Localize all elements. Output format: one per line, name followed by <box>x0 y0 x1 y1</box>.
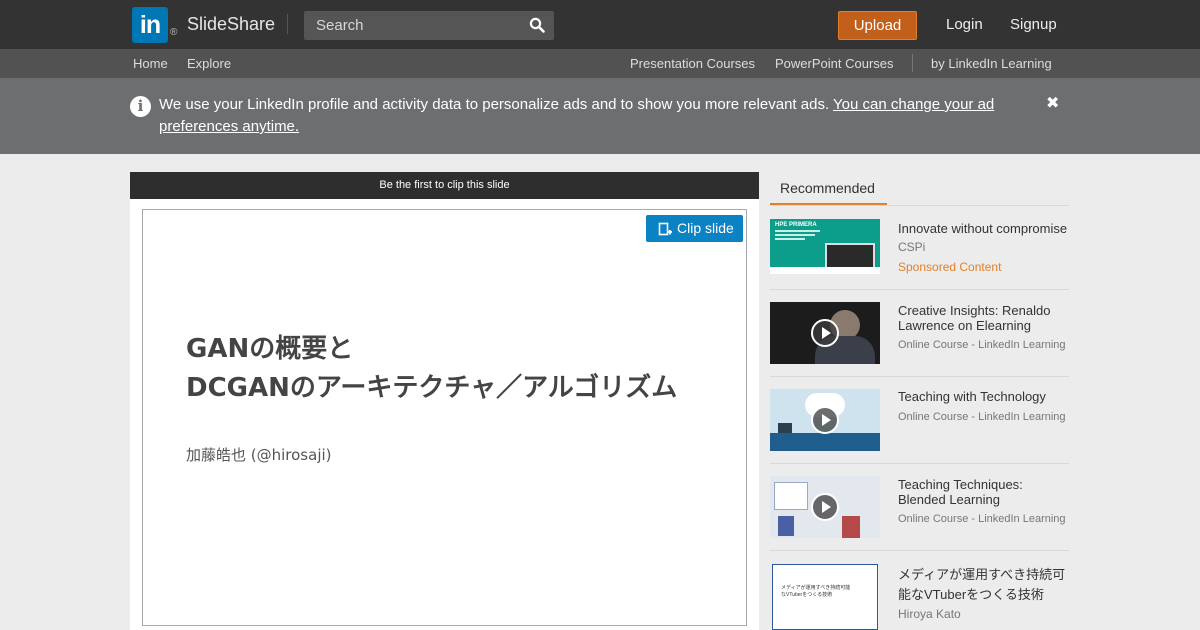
thumb-hpe-label: HPE PRIMERA <box>775 222 817 228</box>
thumbnail-hpe[interactable]: HPE PRIMERA <box>770 219 880 274</box>
notice-text: We use your LinkedIn profile and activit… <box>159 94 1019 138</box>
top-bar: in ® SlideShare Search Upload Login Sign… <box>0 0 1200 49</box>
nav-linkedin-learning[interactable]: by LinkedIn Learning <box>931 56 1052 71</box>
recommended-item[interactable]: Teaching with Technology Online Course -… <box>770 389 1070 464</box>
registered-mark: ® <box>170 27 178 38</box>
thumbnail-teaching-techniques[interactable] <box>770 476 880 538</box>
item-divider <box>770 463 1069 464</box>
slide-viewer: Be the first to clip this slide Clip sli… <box>130 172 759 630</box>
ad-notice-banner: i We use your LinkedIn profile and activ… <box>0 78 1200 154</box>
board-shape <box>774 482 808 510</box>
item-divider <box>770 376 1069 377</box>
server-image <box>825 243 875 269</box>
tab-recommended[interactable]: Recommended <box>770 172 887 206</box>
screen-shape <box>778 423 792 433</box>
item-divider <box>770 289 1069 290</box>
nav-powerpoint-courses[interactable]: PowerPoint Courses <box>775 56 894 71</box>
nav-presentation-courses[interactable]: Presentation Courses <box>630 56 755 71</box>
play-icon[interactable] <box>811 406 839 434</box>
item-divider <box>770 550 1069 551</box>
upload-button[interactable]: Upload <box>838 11 917 40</box>
slide-title-line-1: GANの概要と <box>186 334 354 364</box>
slide-title-line-2: DCGANのアーキテクチャ／アルゴリズム <box>186 373 678 403</box>
clip-slide-button[interactable]: Clip slide <box>646 215 743 242</box>
brand-name[interactable]: SlideShare <box>187 14 275 35</box>
search-box[interactable]: Search <box>304 11 554 40</box>
recommended-source: Online Course - LinkedIn Learning <box>898 411 1066 423</box>
recommended-title[interactable]: Creative Insights: Renaldo Lawrence on E… <box>898 303 1070 333</box>
recommended-title[interactable]: メディアが運用すべき持続可能なVTuberをつくる技術 <box>898 565 1070 605</box>
notice-message: We use your LinkedIn profile and activit… <box>159 96 834 113</box>
recommended-source: Online Course - LinkedIn Learning <box>898 339 1066 351</box>
thumb-vtuber-title: メディアが運用すべき持続可能なVTuberをつくる技術 <box>781 585 851 598</box>
recommended-item[interactable]: メディアが運用すべき持続可能なVTuberをつくる技術 メディアが運用すべき持続… <box>770 564 1069 630</box>
thumb-line <box>775 238 805 240</box>
signup-link[interactable]: Signup <box>1010 16 1057 33</box>
recommended-author: CSPi <box>898 240 926 254</box>
recommended-title[interactable]: Teaching with Technology <box>898 389 1070 404</box>
search-placeholder[interactable]: Search <box>316 17 364 34</box>
slide-frame[interactable]: Clip slide GANの概要と DCGANのアーキテクチャ／アルゴリズム … <box>142 209 747 626</box>
sub-navigation: Home Explore Presentation Courses PowerP… <box>0 49 1200 78</box>
recommended-item[interactable]: HPE PRIMERA Innovate without compromise … <box>770 219 1070 290</box>
clip-prompt-bar: Be the first to clip this slide <box>130 172 759 199</box>
recommended-source: Online Course - LinkedIn Learning <box>898 513 1066 525</box>
thumb-line <box>775 234 815 236</box>
nav-home[interactable]: Home <box>133 56 168 71</box>
info-icon: i <box>130 96 151 117</box>
desk-shape <box>770 433 880 451</box>
slide-author: 加藤皓也 (@hirosaji) <box>186 446 332 464</box>
header-divider <box>287 14 288 34</box>
clip-icon <box>658 222 672 236</box>
thumbnail-teaching-technology[interactable] <box>770 389 880 451</box>
recommended-author: Hiroya Kato <box>898 607 961 621</box>
recommended-title[interactable]: Teaching Techniques: Blended Learning <box>898 477 1070 507</box>
recommended-title[interactable]: Innovate without compromise <box>898 221 1070 236</box>
sponsored-label: Sponsored Content <box>898 260 1002 274</box>
recommended-item[interactable]: Teaching Techniques: Blended Learning On… <box>770 476 1070 551</box>
subnav-divider <box>912 54 913 72</box>
person-shape <box>778 516 794 536</box>
tab-recommended-label: Recommended <box>780 180 875 196</box>
nav-explore[interactable]: Explore <box>187 56 231 71</box>
linkedin-logo[interactable]: in <box>132 7 168 43</box>
person-shape <box>842 516 860 538</box>
search-icon[interactable] <box>529 17 545 33</box>
clip-slide-label: Clip slide <box>677 220 734 236</box>
close-icon[interactable]: ✖ <box>1046 93 1059 113</box>
thumbnail-vtuber[interactable]: メディアが運用すべき持続可能なVTuberをつくる技術 <box>772 564 878 630</box>
thumb-base <box>770 267 880 274</box>
play-icon[interactable] <box>811 319 839 347</box>
recommended-item[interactable]: Creative Insights: Renaldo Lawrence on E… <box>770 302 1070 377</box>
thumb-line <box>775 230 820 232</box>
play-icon[interactable] <box>811 493 839 521</box>
thumbnail-creative-insights[interactable] <box>770 302 880 364</box>
recommended-divider <box>770 205 1069 206</box>
login-link[interactable]: Login <box>946 16 983 33</box>
